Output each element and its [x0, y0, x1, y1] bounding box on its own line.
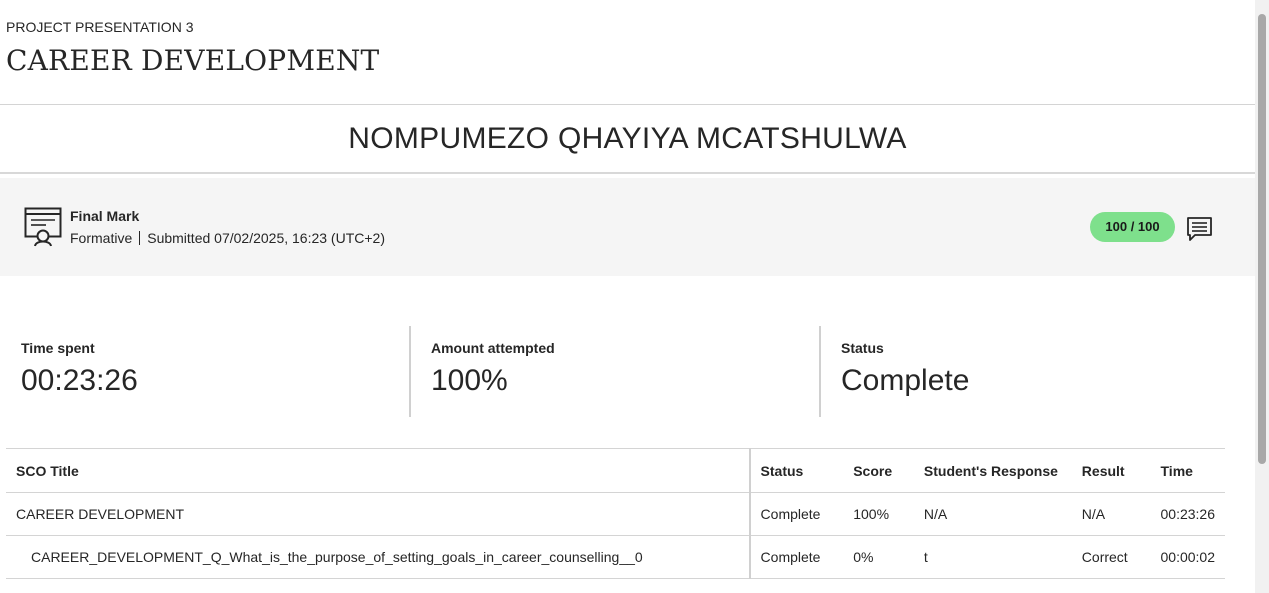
- student-name-band: NOMPUMEZO QHAYIYA MCATSHULWA: [0, 105, 1255, 174]
- row-score: 0%: [843, 535, 914, 579]
- table-row: CAREER DEVELOPMENT Complete 100% N/A N/A…: [6, 492, 1225, 536]
- assignment-overline: PROJECT PRESENTATION 3: [6, 19, 194, 35]
- header-score: Score: [843, 448, 914, 493]
- final-mark-title: Final Mark: [70, 208, 140, 224]
- status-label: Status: [841, 340, 884, 356]
- feedback-icon[interactable]: [1186, 216, 1213, 242]
- table-row: CAREER_DEVELOPMENT_Q_What_is_the_purpose…: [6, 535, 1225, 579]
- row-sco-title: CAREER DEVELOPMENT: [6, 492, 751, 536]
- scrollbar-thumb[interactable]: [1258, 14, 1266, 464]
- meta-divider: [139, 231, 141, 245]
- vertical-scrollbar[interactable]: [1255, 0, 1269, 593]
- certificate-icon: [24, 207, 62, 247]
- row-result: N/A: [1071, 492, 1151, 536]
- time-spent-stat: Time spent 00:23:26: [21, 326, 411, 417]
- row-response: t: [913, 535, 1072, 579]
- amount-attempted-label: Amount attempted: [431, 340, 555, 356]
- page-title: CAREER DEVELOPMENT: [6, 44, 380, 77]
- time-spent-label: Time spent: [21, 340, 95, 356]
- row-result: Correct: [1071, 535, 1151, 579]
- amount-attempted-value: 100%: [431, 364, 508, 397]
- student-name: NOMPUMEZO QHAYIYA MCATSHULWA: [348, 122, 907, 155]
- header-result: Result: [1071, 448, 1151, 493]
- row-status: Complete: [749, 535, 844, 579]
- final-mark-panel: Final Mark Formative Submitted 07/02/2025…: [0, 178, 1255, 276]
- assessment-type: Formative: [70, 230, 133, 246]
- score-badge: 100 / 100: [1090, 212, 1175, 242]
- final-mark-meta: Formative Submitted 07/02/2025, 16:23 (UT…: [70, 230, 385, 246]
- header-time: Time: [1150, 448, 1225, 493]
- row-time: 00:00:02: [1150, 535, 1225, 579]
- row-status: Complete: [749, 492, 844, 536]
- page-header: PROJECT PRESENTATION 3 CAREER DEVELOPMEN…: [0, 0, 1255, 105]
- grade-detail-page: PROJECT PRESENTATION 3 CAREER DEVELOPMEN…: [0, 0, 1255, 593]
- status-value: Complete: [841, 364, 970, 397]
- row-time: 00:23:26: [1150, 492, 1225, 536]
- table-header-row: SCO Title Status Score Student's Respons…: [6, 448, 1225, 493]
- stat-divider: [409, 326, 411, 417]
- time-spent-value: 00:23:26: [21, 364, 138, 397]
- attempt-stats: Time spent 00:23:26 Amount attempted 100…: [0, 326, 1255, 417]
- sco-table: SCO Title Status Score Student's Respons…: [6, 448, 1225, 579]
- header-response: Student's Response: [913, 448, 1072, 493]
- amount-attempted-stat: Amount attempted 100%: [431, 326, 821, 417]
- header-sco-title: SCO Title: [6, 448, 751, 493]
- submission-date: Submitted 07/02/2025, 16:23 (UTC+2): [147, 230, 385, 246]
- stat-divider: [819, 326, 821, 417]
- row-score: 100%: [843, 492, 914, 536]
- row-sco-title: CAREER_DEVELOPMENT_Q_What_is_the_purpose…: [6, 535, 751, 579]
- status-stat: Status Complete: [841, 326, 1231, 417]
- row-response: N/A: [913, 492, 1072, 536]
- header-status: Status: [749, 448, 844, 493]
